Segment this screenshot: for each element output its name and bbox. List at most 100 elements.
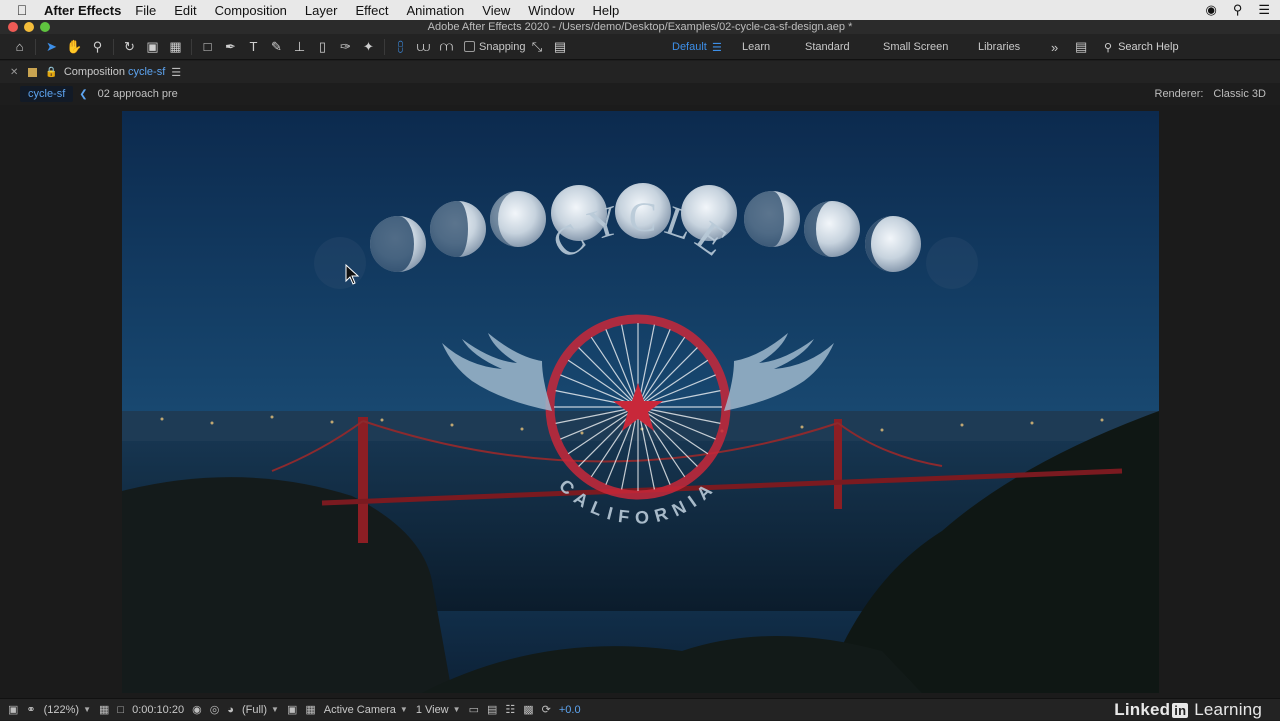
renderer-value[interactable]: Classic 3D (1213, 88, 1266, 100)
roto-brush-tool-icon[interactable]: ✑ (334, 36, 357, 58)
type-tool-icon[interactable]: T (242, 36, 265, 58)
zoom-tool-icon[interactable]: ⚲ (86, 36, 109, 58)
chevron-down-icon: ▼ (83, 705, 92, 714)
fast-previews-icon[interactable]: ▤ (487, 703, 497, 716)
axis-world-icon[interactable]: ⩊ (412, 36, 435, 58)
logo-text-in: in (1172, 702, 1189, 718)
panel-prefix: Composition (63, 66, 125, 78)
apple-menu-icon[interactable]:  (0, 2, 34, 18)
close-window-icon[interactable] (8, 22, 18, 32)
menu-animation[interactable]: Animation (406, 3, 464, 18)
window-controls (8, 22, 50, 32)
current-time[interactable]: 0:00:10:20 (132, 704, 184, 716)
grid-guides-icon[interactable]: ▦ (99, 703, 109, 716)
selection-tool-icon[interactable]: ➤ (40, 36, 63, 58)
workspace-default[interactable]: Default (672, 34, 707, 60)
control-center-icon[interactable]: ☰ (1258, 2, 1270, 18)
snapshot-camera-icon[interactable]: ◉ (192, 703, 202, 716)
lock-icon[interactable]: 🔒 (45, 67, 57, 78)
workspace-small-screen[interactable]: Small Screen (883, 34, 948, 60)
panel-menu-icon[interactable]: ☰ (171, 66, 181, 79)
breadcrumb-parent[interactable]: 02 approach pre (98, 88, 178, 100)
pen-tool-icon[interactable]: ✒ (219, 36, 242, 58)
show-snapshot-icon[interactable]: ◎ (210, 703, 220, 716)
workspace-libraries[interactable]: Libraries (978, 34, 1020, 60)
camera-dropdown[interactable]: Active Camera ▼ (324, 704, 408, 716)
menu-edit[interactable]: Edit (174, 3, 196, 18)
menu-app-name[interactable]: After Effects (44, 3, 121, 18)
exposure-value[interactable]: +0.0 (559, 704, 581, 716)
breadcrumb-current[interactable]: cycle-sf (20, 86, 74, 102)
spotlight-search-icon[interactable]: ⚲ (1233, 2, 1243, 18)
views-dropdown[interactable]: 1 View ▼ (416, 704, 461, 716)
flowchart-icon[interactable]: ▩ (523, 703, 533, 716)
close-panel-icon[interactable]: ✕ (10, 67, 18, 78)
clone-stamp-tool-icon[interactable]: ⊥ (288, 36, 311, 58)
snapping-checkbox[interactable] (464, 41, 475, 52)
logo-text-learning: Learning (1194, 700, 1262, 719)
composition-name[interactable]: cycle-sf (128, 66, 165, 78)
window-title: Adobe After Effects 2020 - /Users/demo/D… (427, 21, 853, 33)
more-workspaces-icon[interactable]: » (1051, 34, 1058, 60)
linkedin-learning-logo: Linked in Learning (1114, 699, 1262, 721)
axis-view-icon[interactable]: ⩋ (435, 36, 458, 58)
menu-window[interactable]: Window (528, 3, 574, 18)
search-help-field[interactable]: ⚲ Search Help (1104, 34, 1274, 60)
menu-effect[interactable]: Effect (355, 3, 388, 18)
zoom-value: (122%) (43, 703, 80, 716)
brush-tool-icon[interactable]: ✎ (265, 36, 288, 58)
menu-composition[interactable]: Composition (215, 3, 287, 18)
rotation-tool-icon[interactable]: ↻ (118, 36, 141, 58)
chevron-down-icon: ▼ (452, 705, 461, 714)
menu-help[interactable]: Help (592, 3, 619, 18)
toggle-pixel-aspect-icon[interactable]: ▭ (469, 703, 479, 716)
views-value: 1 View (415, 703, 449, 716)
chevron-left-icon[interactable]: ❮ (79, 89, 87, 100)
timeline-icon[interactable]: ☷ (505, 703, 515, 716)
composition-panel-header: ✕ 🔒 Composition cycle-sf ☰ (0, 61, 1280, 83)
workspace-menu-icon[interactable]: ☰ (712, 34, 722, 60)
resolution-value: (Full) (241, 703, 268, 716)
snap-features-icon[interactable]: ▤ (549, 36, 572, 58)
mask-visibility-icon[interactable]: □ (117, 704, 124, 716)
color-channels-icon[interactable]: ◕ (227, 704, 234, 716)
camera-tool-icon[interactable]: ▣ (141, 36, 164, 58)
hand-tool-icon[interactable]: ✋ (63, 36, 86, 58)
creative-cloud-icon[interactable]: ◉ (1205, 2, 1216, 18)
puppet-pin-tool-icon[interactable]: ✦ (357, 36, 380, 58)
menu-bar:  After Effects File Edit Composition La… (0, 0, 1280, 20)
eraser-tool-icon[interactable]: ▯ (311, 36, 334, 58)
axis-local-icon[interactable]: ⩉ (389, 36, 412, 58)
menubar-status: ◉ ⚲ ☰ (1205, 0, 1270, 20)
composition-navigator: cycle-sf ❮ 02 approach pre Renderer: Cla… (0, 83, 1280, 105)
menu-file[interactable]: File (135, 3, 156, 18)
chevron-down-icon: ▼ (271, 705, 279, 714)
renderer-info[interactable]: Renderer: Classic 3D (1155, 83, 1267, 105)
rectangle-tool-icon[interactable]: □ (196, 36, 219, 58)
workspace-learn[interactable]: Learn (742, 34, 770, 60)
vr-icon[interactable]: ⚭ (26, 703, 35, 716)
workspace-standard[interactable]: Standard (805, 34, 850, 60)
resolution-dropdown[interactable]: (Full) ▼ (242, 704, 279, 716)
menu-view[interactable]: View (482, 3, 510, 18)
always-preview-icon[interactable]: ▣ (8, 703, 18, 716)
tools-toolbar: ⌂ ➤ ✋ ⚲ ↻ ▣ ▦ □ ✒ T ✎ ⊥ ▯ ✑ ✦ ⩉ ⩊ ⩋ Snap… (0, 34, 1280, 60)
search-icon: ⚲ (1104, 41, 1113, 54)
composition-frame[interactable]: CYCLE CALIFORNIA (122, 111, 1159, 693)
composition-viewer[interactable]: CYCLE CALIFORNIA (0, 105, 1280, 698)
minimize-window-icon[interactable] (24, 22, 34, 32)
workspace-layout-icon[interactable]: ▤ (1075, 34, 1087, 60)
zoom-dropdown[interactable]: (122%) ▼ (44, 704, 91, 716)
home-icon[interactable]: ⌂ (8, 36, 31, 58)
transparency-grid-icon[interactable]: ▦ (305, 703, 315, 716)
pan-behind-tool-icon[interactable]: ▦ (164, 36, 187, 58)
zoom-window-icon[interactable] (40, 22, 50, 32)
snap-edges-icon[interactable]: ⤡ (526, 36, 549, 58)
renderer-label: Renderer: (1154, 88, 1204, 100)
viewer-controls-bar: ▣ ⚭ (122%) ▼ ▦ □ 0:00:10:20 ◉ ◎ ◕ (Full)… (0, 698, 1280, 720)
reset-exposure-icon[interactable]: ⟳ (542, 703, 551, 716)
menu-layer[interactable]: Layer (305, 3, 338, 18)
region-of-interest-icon[interactable]: ▣ (287, 703, 297, 716)
snapping-toggle[interactable]: Snapping (464, 41, 526, 53)
divider (113, 38, 114, 55)
